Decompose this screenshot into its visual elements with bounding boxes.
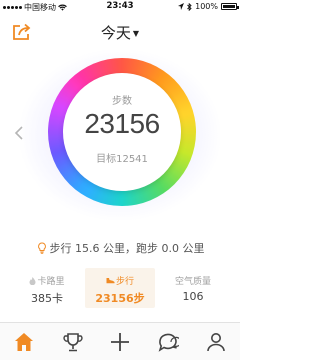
location-icon xyxy=(178,3,185,10)
stat-walk-value: 23156步 xyxy=(95,292,145,305)
date-selector[interactable]: 今天 ▼ xyxy=(0,22,240,43)
status-bar: 中国移动 23:43 100% xyxy=(0,0,240,14)
stat-air-quality-label: 空气质量 xyxy=(174,277,211,287)
status-right: 100% xyxy=(178,2,239,11)
stat-air-quality-value: 106 xyxy=(182,290,204,303)
stat-calories-value: 385卡 xyxy=(31,292,63,305)
battery-icon xyxy=(221,3,239,10)
distance-summary: 步行 15.6 公里，跑步 0.0 公里 xyxy=(0,240,240,256)
chat-icon[interactable] xyxy=(157,331,179,353)
plus-icon[interactable] xyxy=(109,331,131,353)
stat-calories-label-wrap: 卡路里 xyxy=(12,274,82,287)
stat-walk[interactable]: 步行 23156步 xyxy=(85,268,155,308)
bluetooth-icon xyxy=(187,2,192,11)
flame-icon xyxy=(29,277,36,286)
shoe-icon xyxy=(106,278,115,284)
lightbulb-icon xyxy=(37,242,46,254)
caret-down-icon: ▼ xyxy=(132,29,140,38)
tab-bar xyxy=(0,322,240,360)
distance-summary-text: 步行 15.6 公里，跑步 0.0 公里 xyxy=(49,242,205,255)
battery-percent: 100% xyxy=(195,2,218,11)
stat-air-quality[interactable]: 空气质量 106 xyxy=(158,268,228,308)
page-title: 今天 xyxy=(100,24,131,42)
stat-walk-label-wrap: 步行 xyxy=(85,274,155,287)
stat-walk-label: 步行 xyxy=(115,277,134,287)
person-icon[interactable] xyxy=(205,331,227,353)
step-goal: 目标12541 xyxy=(96,154,148,165)
previous-day-icon[interactable] xyxy=(14,126,26,140)
home-icon[interactable] xyxy=(13,331,35,353)
stats-row: 卡路里 385卡 步行 23156步 空气质量 106 xyxy=(0,268,240,308)
stat-calories[interactable]: 卡路里 385卡 xyxy=(12,268,82,308)
battery-fill xyxy=(223,5,235,8)
step-ring-area: 步数 23156 目标12541 xyxy=(0,48,240,228)
header: 今天 ▼ xyxy=(0,14,240,48)
step-count: 23156 xyxy=(84,108,160,139)
trophy-icon[interactable] xyxy=(62,331,84,353)
steps-label: 步数 xyxy=(112,96,132,107)
stat-calories-label: 卡路里 xyxy=(37,277,65,287)
